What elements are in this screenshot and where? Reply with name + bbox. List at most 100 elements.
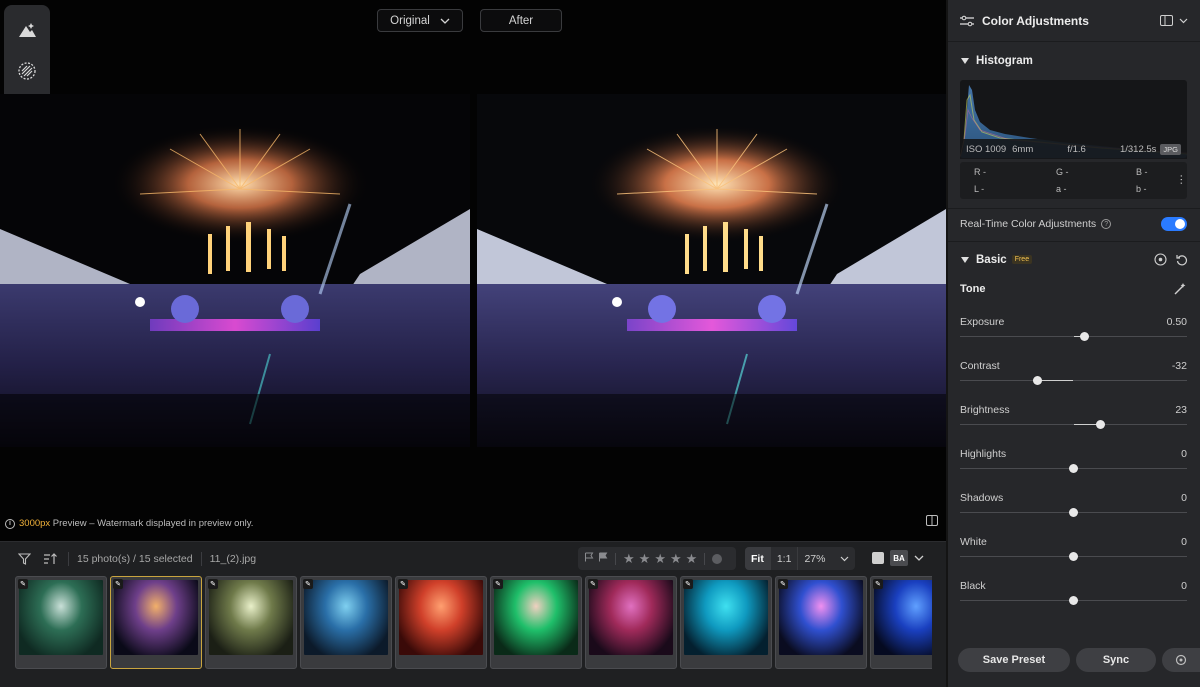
slider-value[interactable]: 0 xyxy=(1181,536,1187,548)
thumbnail-image xyxy=(494,580,578,655)
chevron-down-icon[interactable] xyxy=(914,555,924,561)
exif-focal-length: 6mm xyxy=(1012,143,1034,155)
star-icon[interactable]: ★ xyxy=(623,551,635,567)
chevron-down-icon[interactable] xyxy=(1179,18,1188,24)
slider-value[interactable]: 0 xyxy=(1181,580,1187,592)
filmstrip-thumbnail[interactable]: ✎ xyxy=(775,576,867,669)
eye-icon[interactable] xyxy=(1154,253,1167,266)
basic-section-header[interactable]: Basic Free xyxy=(961,253,1188,266)
toolbar-divider xyxy=(68,552,69,566)
slider-knob[interactable] xyxy=(1069,596,1078,605)
exif-iso: ISO 1009 xyxy=(966,143,1007,155)
after-button[interactable]: After xyxy=(480,9,562,32)
slider-value[interactable]: 0 xyxy=(1181,492,1187,504)
slider-highlights[interactable]: Highlights 0 xyxy=(960,448,1187,488)
edited-pencil-icon: ✎ xyxy=(303,579,313,589)
flag-pick-icon[interactable] xyxy=(584,552,594,565)
star-icon[interactable]: ★ xyxy=(639,551,651,567)
reset-icon[interactable] xyxy=(1176,254,1188,266)
thumbnail-image xyxy=(779,580,863,655)
slider-exposure[interactable]: Exposure 0.50 xyxy=(960,316,1187,356)
slider-label: Exposure xyxy=(960,316,1005,328)
slider-black[interactable]: Black 0 xyxy=(960,580,1187,620)
slider-track[interactable] xyxy=(960,380,1187,381)
slider-brightness[interactable]: Brightness 23 xyxy=(960,404,1187,444)
filmstrip-thumbnail[interactable]: ✎ xyxy=(15,576,107,669)
filmstrip-toolbar: 15 photo(s) / 15 selected 11_(2).jpg ★ ★… xyxy=(0,542,946,576)
realtime-label: Real-Time Color Adjustments xyxy=(960,218,1097,230)
slider-knob[interactable] xyxy=(1080,332,1090,341)
slider-value[interactable]: -32 xyxy=(1172,360,1187,372)
flag-reject-icon[interactable] xyxy=(598,552,608,565)
filmstrip-thumbnail[interactable]: ✎ xyxy=(395,576,487,669)
slider-knob[interactable] xyxy=(1032,376,1042,385)
edited-pencil-icon: ✎ xyxy=(873,579,883,589)
filmstrip-thumbnail[interactable]: ✎ xyxy=(300,576,392,669)
filmstrip-thumbnail[interactable]: ✎ xyxy=(585,576,677,669)
slider-knob[interactable] xyxy=(1069,464,1078,473)
edited-pencil-icon: ✎ xyxy=(778,579,788,589)
exif-info-bar: ISO 1009 6mm f/1.6 1/312.5s JPG xyxy=(960,139,1187,159)
save-preset-button[interactable]: Save Preset xyxy=(958,648,1070,672)
slider-contrast[interactable]: Contrast -32 xyxy=(960,360,1187,400)
original-dropdown-button[interactable]: Original xyxy=(377,9,463,32)
panel-title: Color Adjustments xyxy=(982,13,1089,28)
zoom-percent-dropdown[interactable]: 27% xyxy=(798,547,855,570)
histogram-section-header[interactable]: Histogram xyxy=(961,55,1033,67)
filmstrip-thumbnail[interactable]: ✎ xyxy=(205,576,297,669)
tone-header: Tone xyxy=(960,282,1187,295)
readout-a: a - xyxy=(1056,184,1067,194)
preview-note-text: Preview – Watermark displayed in preview… xyxy=(50,518,254,529)
chevron-down-icon xyxy=(440,18,450,24)
image-viewer[interactable]: Original After i 3000px Preview – Waterm… xyxy=(0,0,946,541)
slider-knob[interactable] xyxy=(1096,420,1106,429)
basic-title: Basic xyxy=(976,253,1007,266)
color-label-dot-icon[interactable] xyxy=(712,553,723,564)
more-options-icon[interactable]: ⋯ xyxy=(1175,174,1188,184)
sync-button[interactable]: Sync xyxy=(1076,648,1156,672)
thumbnail-strip[interactable]: ✎ ✎ ✎ ✎ ✎ ✎ ✎ ✎ ✎ ✎ xyxy=(15,576,932,669)
before-after-view-button[interactable]: BA xyxy=(890,550,908,566)
panel-header-actions xyxy=(1160,15,1188,26)
thumbnail-image xyxy=(19,580,103,655)
filmstrip-thumbnail[interactable]: ✎ xyxy=(110,576,202,669)
slider-knob[interactable] xyxy=(1069,552,1078,561)
slider-value[interactable]: 23 xyxy=(1175,404,1187,416)
star-icon[interactable]: ★ xyxy=(670,551,682,567)
slider-knob[interactable] xyxy=(1069,508,1078,517)
slider-value[interactable]: 0.50 xyxy=(1167,316,1187,328)
panel-header: Color Adjustments xyxy=(948,0,1200,42)
slider-value[interactable]: 0 xyxy=(1181,448,1187,460)
rating-divider xyxy=(615,552,616,565)
filmstrip-thumbnail[interactable]: ✎ xyxy=(870,576,932,669)
panel-layout-icon[interactable] xyxy=(1160,15,1173,26)
realtime-toggle[interactable] xyxy=(1161,217,1187,231)
sort-icon[interactable] xyxy=(40,549,60,569)
edited-pencil-icon: ✎ xyxy=(398,579,408,589)
preview-resolution: 3000px xyxy=(19,518,51,529)
zoom-fit-button[interactable]: Fit xyxy=(745,547,771,570)
split-view-icon[interactable] xyxy=(926,515,938,529)
single-view-icon[interactable] xyxy=(872,552,884,564)
filmstrip-thumbnail[interactable]: ✎ xyxy=(490,576,582,669)
photo-selection-count: 15 photo(s) / 15 selected xyxy=(77,553,193,565)
thumbnail-image xyxy=(209,580,293,655)
slider-white[interactable]: White 0 xyxy=(960,536,1187,576)
help-icon[interactable]: ? xyxy=(1101,219,1112,229)
noise-grain-tool-icon[interactable] xyxy=(10,54,44,88)
thumbnail-image xyxy=(304,580,388,655)
star-icon[interactable]: ★ xyxy=(686,551,698,567)
adjustments-sliders-icon xyxy=(960,15,974,26)
zoom-1-1-button[interactable]: 1:1 xyxy=(771,547,799,570)
tone-title: Tone xyxy=(960,282,986,295)
original-label: Original xyxy=(390,14,430,27)
main-area: Original After i 3000px Preview – Waterm… xyxy=(0,0,946,687)
sync-settings-button[interactable] xyxy=(1162,648,1200,672)
star-icon[interactable]: ★ xyxy=(654,551,666,567)
zoom-percent-value: 27% xyxy=(804,552,826,565)
filter-funnel-icon[interactable] xyxy=(14,549,34,569)
filmstrip-thumbnail[interactable]: ✎ xyxy=(680,576,772,669)
edited-pencil-icon: ✎ xyxy=(493,579,503,589)
slider-shadows[interactable]: Shadows 0 xyxy=(960,492,1187,532)
auto-tone-wand-icon[interactable] xyxy=(1174,282,1187,295)
